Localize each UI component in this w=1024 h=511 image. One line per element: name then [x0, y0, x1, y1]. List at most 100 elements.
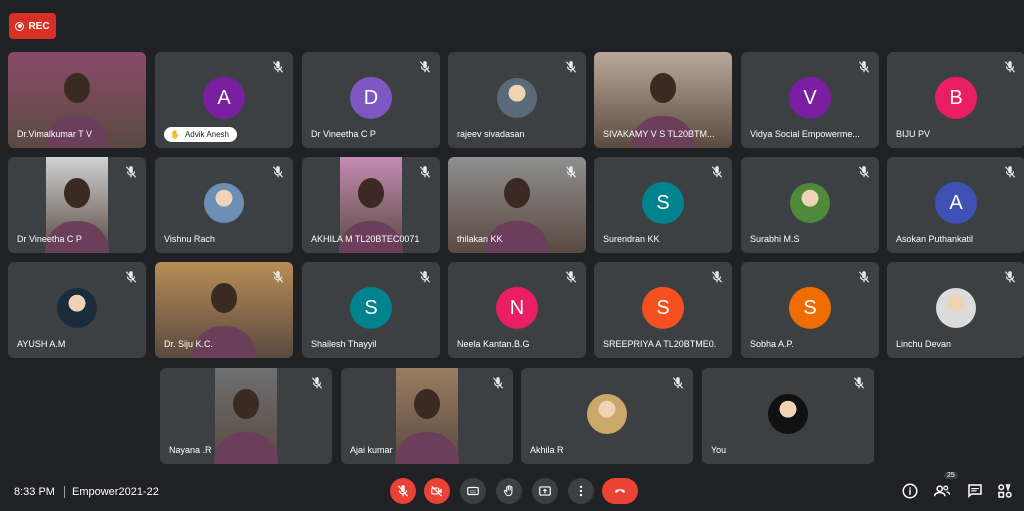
captions-button[interactable]: CC [460, 478, 486, 504]
recording-indicator: REC [9, 13, 56, 39]
participant-tile[interactable]: Dr.Vimalkumar T V [8, 52, 146, 148]
phone-hangup-icon [615, 489, 625, 493]
participant-tile[interactable]: A ✋ Advik Anesh [155, 52, 293, 148]
participant-tile[interactable]: V Vidya Social Empowerme... [741, 52, 879, 148]
participant-tile[interactable]: B BIJU PV [887, 52, 1024, 148]
person-silhouette [358, 178, 384, 209]
mic-off-icon [418, 165, 432, 179]
participant-name: thilakan KK [457, 234, 503, 244]
participant-tile[interactable]: Surabhi M.S [741, 157, 879, 253]
mic-off-icon [418, 270, 432, 284]
people-button[interactable] [933, 482, 951, 500]
mic-off-icon [564, 60, 578, 74]
mic-off-icon [1003, 165, 1017, 179]
avatar: B [935, 76, 977, 119]
participant-name: Dr.Vimalkumar T V [17, 129, 93, 139]
info-icon [902, 483, 918, 499]
camera-toggle-button[interactable] [424, 478, 450, 504]
avatar-photo [204, 183, 244, 223]
person-silhouette [414, 389, 440, 420]
person-silhouette [64, 73, 90, 104]
present-button[interactable] [532, 478, 558, 504]
participant-name: Surendran KK [603, 234, 660, 244]
participant-tile[interactable]: thilakan KK [448, 157, 586, 253]
chat-button[interactable] [966, 482, 984, 500]
mic-off-icon [1003, 270, 1017, 284]
participant-tile[interactable]: S Shailesh Thayyil [302, 262, 440, 358]
participant-tile[interactable]: A Asokan Puthankatil [887, 157, 1024, 253]
raise-hand-button[interactable] [496, 478, 522, 504]
people-icon [933, 485, 951, 497]
mic-toggle-button[interactable] [390, 478, 416, 504]
avatar-photo [497, 78, 537, 118]
mic-off-icon [491, 376, 505, 390]
svg-text:CC: CC [470, 489, 476, 494]
participant-tile[interactable]: You [702, 368, 874, 464]
person-silhouette [233, 389, 259, 420]
participant-tile[interactable]: rajeev sivadasan [448, 52, 586, 148]
mic-off-icon [857, 60, 871, 74]
participant-name: Dr Vineetha C P [311, 129, 376, 139]
participant-name: Shailesh Thayyil [311, 339, 377, 349]
participant-tile[interactable]: Dr. Siju K.C. [155, 262, 293, 358]
participant-name: SIVAKAMY V S TL20BTM... [603, 129, 715, 139]
mic-off-icon [671, 376, 685, 390]
participant-tile[interactable]: Dr Vineetha C P [8, 157, 146, 253]
participant-name: Neela Kantan.B.G [457, 339, 530, 349]
participant-video [395, 368, 459, 464]
hand-icon: ✋ [170, 130, 180, 139]
mic-off-icon [1003, 60, 1017, 74]
mic-off-icon [310, 376, 324, 390]
person-body [395, 432, 459, 464]
avatar: V [789, 76, 831, 119]
participant-tile[interactable]: AYUSH A.M [8, 262, 146, 358]
participant-tile[interactable]: Linchu Devan [887, 262, 1024, 358]
more-vert-icon [579, 485, 583, 497]
record-icon [15, 21, 25, 31]
mic-off-icon [271, 270, 285, 284]
participant-tile[interactable]: SIVAKAMY V S TL20BTM... [594, 52, 732, 148]
avatar: S [642, 286, 684, 329]
participant-name: Surabhi M.S [750, 234, 800, 244]
participant-tile[interactable]: S Sobha A.P. [741, 262, 879, 358]
captions-icon: CC [467, 486, 479, 496]
participant-name: Ajai kumar [350, 445, 393, 455]
mic-off-icon [271, 60, 285, 74]
mic-off-icon [564, 270, 578, 284]
participant-tile[interactable]: Akhila R [521, 368, 693, 464]
participant-name: Asokan Puthankatil [896, 234, 974, 244]
participant-name: BIJU PV [896, 129, 931, 139]
mic-off-icon [710, 270, 724, 284]
avatar: D [350, 76, 392, 119]
participant-tile[interactable]: S SREEPRIYA A TL20BTME0... [594, 262, 732, 358]
activities-button[interactable] [996, 482, 1014, 500]
participant-name: AKHILA M TL20BTEC0071 [311, 234, 420, 244]
bottom-bar: 8:33 PM Empower2021-22 CC 25 [0, 472, 1024, 511]
participant-tile[interactable]: Vishnu Rach [155, 157, 293, 253]
meeting-name[interactable]: Empower2021-22 [72, 486, 159, 498]
avatar-photo [587, 394, 627, 434]
chat-icon [968, 484, 982, 499]
more-options-button[interactable] [568, 478, 594, 504]
participant-name: Vidya Social Empowerme... [750, 129, 860, 139]
leave-call-button[interactable] [602, 478, 638, 504]
participant-tile[interactable]: N Neela Kantan.B.G [448, 262, 586, 358]
avatar: A [203, 76, 245, 119]
participant-tile[interactable]: D Dr Vineetha C P [302, 52, 440, 148]
participant-tile[interactable]: Ajai kumar [341, 368, 513, 464]
recording-label: REC [28, 20, 50, 32]
participant-name: SREEPRIYA A TL20BTME0... [603, 339, 717, 349]
avatar: S [642, 181, 684, 224]
participant-tile[interactable]: Nayana .R [160, 368, 332, 464]
mic-off-icon [852, 376, 866, 390]
meeting-details-button[interactable] [901, 482, 919, 500]
participant-name: rajeev sivadasan [457, 129, 525, 139]
participant-name: Sobha A.P. [750, 339, 794, 349]
person-body [214, 432, 278, 464]
person-silhouette [211, 283, 237, 314]
participant-tile[interactable]: S Surendran KK [594, 157, 732, 253]
participant-tile[interactable]: AKHILA M TL20BTEC0071 [302, 157, 440, 253]
raised-hand-name-pill: ✋ Advik Anesh [164, 127, 237, 142]
participant-count-badge: 25 [944, 472, 958, 479]
participant-name: AYUSH A.M [17, 339, 66, 349]
